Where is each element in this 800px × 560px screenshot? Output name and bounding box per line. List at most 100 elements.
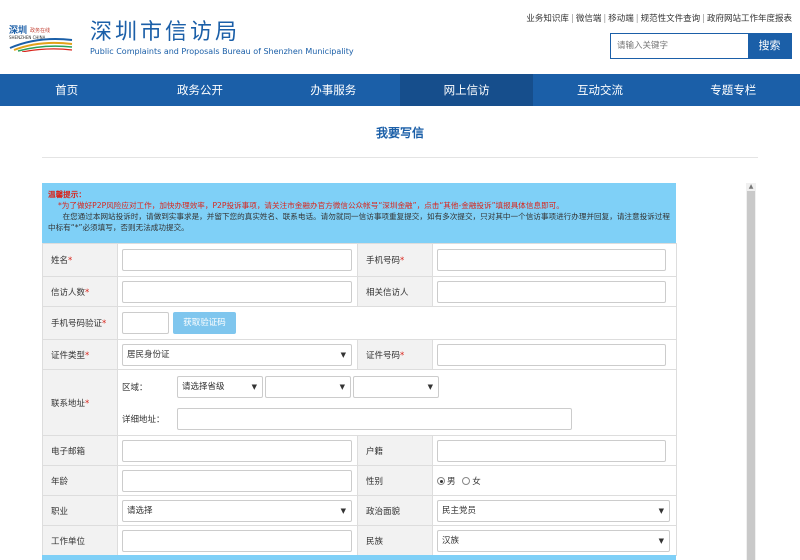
nav-item-online-petition[interactable]: 网上信访 <box>399 74 534 106</box>
political-status-value: 民主党员 <box>442 505 477 516</box>
search-input[interactable] <box>611 34 748 58</box>
form-row: 证件类型* 居民身份证 ▼ 证件号码* <box>42 339 677 370</box>
occupation-label: 职业 <box>42 495 118 526</box>
gender-female-radio[interactable] <box>462 477 471 485</box>
visitors-label: 信访人数* <box>42 276 118 307</box>
verify-code-label: 手机号码验证* <box>42 306 118 340</box>
form-row: 信访人数* 相关信访人 <box>42 276 677 307</box>
nav-item-interaction[interactable]: 互动交流 <box>533 74 666 106</box>
name-label: 姓名* <box>42 243 118 277</box>
verify-code-input[interactable] <box>122 312 169 334</box>
id-type-label-text: 证件类型 <box>51 350 86 361</box>
required-mark: * <box>102 319 107 329</box>
detail-address-row: 详细地址： <box>122 406 672 432</box>
top-link-wechat[interactable]: 微信端 <box>576 14 602 24</box>
phone-input[interactable] <box>437 249 666 271</box>
region-label: 区域： <box>122 382 148 393</box>
required-mark: * <box>85 287 90 298</box>
notice-instructions-text: 在您通过本网站投诉时，请做到实事求是，并留下您的真实姓名、联系电话。请勿就同一信… <box>48 212 670 232</box>
detail-address-input[interactable] <box>177 407 572 430</box>
divider: | <box>635 14 639 24</box>
detail-address-label: 详细地址： <box>122 414 165 425</box>
ethnicity-label: 民族 <box>357 525 433 556</box>
dropdown-arrow-icon: ▼ <box>339 382 345 391</box>
id-type-label: 证件类型* <box>42 339 118 370</box>
name-input[interactable] <box>122 249 352 271</box>
top-link-mobile[interactable]: 移动端 <box>608 14 634 24</box>
notice-title: 温馨提示： <box>48 190 86 199</box>
search-button[interactable]: 搜索 <box>748 34 791 58</box>
site-subtitle: Public Complaints and Proposals Bureau o… <box>90 47 354 56</box>
visitors-input[interactable] <box>122 280 352 303</box>
form-row: 联系地址* 区域： 请选择省级 ▼ ▼ ▼ 详细地址： <box>42 369 677 436</box>
nav-item-open-government[interactable]: 政务公开 <box>133 74 266 106</box>
verify-code-label-text: 手机号码验证 <box>51 319 103 329</box>
visitors-label-text: 信访人数 <box>51 287 86 298</box>
dropdown-arrow-icon: ▼ <box>658 536 664 545</box>
city-select[interactable]: ▼ <box>265 375 351 398</box>
nav-item-special-topics[interactable]: 专题专栏 <box>667 74 800 106</box>
id-number-input[interactable] <box>437 343 666 366</box>
divider: | <box>603 14 607 24</box>
related-visitors-input[interactable] <box>437 280 666 303</box>
notice-instructions: 在您通过本网站投诉时，请做到实事求是，并留下您的真实姓名、联系电话。请勿就同一信… <box>48 211 670 233</box>
gender-options: 男 女 <box>432 465 677 496</box>
political-status-label: 政治面貌 <box>357 495 433 526</box>
district-select[interactable]: ▼ <box>353 375 439 398</box>
nav-item-home[interactable]: 首页 <box>0 74 133 106</box>
title-divider <box>42 157 758 158</box>
id-number-label: 证件号码* <box>357 339 433 370</box>
divider: | <box>570 14 574 24</box>
site-header: 深圳 政务在线 SHENZHEN CHINA 深圳市信访局 Public Com… <box>0 0 800 74</box>
scroll-up-icon[interactable]: ▲ <box>746 183 756 191</box>
work-unit-input[interactable] <box>122 529 352 552</box>
address-cell: 区域： 请选择省级 ▼ ▼ ▼ 详细地址： <box>117 369 677 436</box>
required-mark: * <box>85 350 90 361</box>
related-visitors-label: 相关信访人 <box>357 276 433 307</box>
gender-female-label: 女 <box>472 476 481 487</box>
form-row: 手机号码验证* 获取验证码 <box>42 306 677 340</box>
top-link-knowledge[interactable]: 业务知识库 <box>526 14 569 24</box>
notice-p2p-text: *为了做好P2P风险应对工作，加快办理效率，P2P投诉事项，请关注市金融办官方微… <box>58 201 564 210</box>
dropdown-arrow-icon: ▼ <box>427 382 433 391</box>
dropdown-arrow-icon: ▼ <box>340 350 346 359</box>
address-label-text: 联系地址 <box>51 398 86 409</box>
hukou-input[interactable] <box>437 439 666 462</box>
search-box: 搜索 <box>610 33 792 59</box>
id-type-value: 居民身份证 <box>127 349 170 360</box>
divider: | <box>702 14 705 24</box>
region-row: 区域： 请选择省级 ▼ ▼ ▼ <box>122 374 672 400</box>
required-mark: * <box>68 256 73 266</box>
id-number-label-text: 证件号码 <box>366 350 401 361</box>
occupation-select[interactable]: 请选择 ▼ <box>122 499 352 522</box>
top-link-annual-report[interactable]: 政府网站工作年度报表 <box>707 14 792 24</box>
gender-male-radio[interactable] <box>437 477 445 485</box>
province-select[interactable]: 请选择省级 ▼ <box>177 375 263 398</box>
gender-label: 性别 <box>357 465 433 496</box>
form-row: 电子邮箱 户籍 <box>42 435 677 466</box>
occupation-value: 请选择 <box>127 505 153 516</box>
phone-label: 手机号码* <box>357 243 433 277</box>
top-link-documents[interactable]: 规范性文件查询 <box>641 14 701 24</box>
political-status-select[interactable]: 民主党员 ▼ <box>437 499 670 522</box>
form-footer-strip <box>42 555 676 560</box>
scroll-thumb[interactable] <box>747 191 755 560</box>
province-value: 请选择省级 <box>182 381 225 392</box>
hukou-label: 户籍 <box>357 435 433 466</box>
email-input[interactable] <box>122 439 352 462</box>
id-type-select[interactable]: 居民身份证 ▼ <box>122 343 352 366</box>
svg-text:政务在线: 政务在线 <box>30 27 50 34</box>
age-input[interactable] <box>122 469 352 492</box>
ethnicity-select[interactable]: 汉族 ▼ <box>437 529 670 552</box>
form-row: 工作单位 民族 汉族 ▼ <box>42 525 677 556</box>
form-row: 年龄 性别 男 女 <box>42 465 677 496</box>
gender-male-label: 男 <box>447 476 456 487</box>
page-scrollbar[interactable]: ▲ <box>746 183 756 560</box>
ethnicity-value: 汉族 <box>442 535 460 546</box>
dropdown-arrow-icon: ▼ <box>340 506 346 515</box>
dropdown-arrow-icon: ▼ <box>251 382 257 391</box>
get-code-button[interactable]: 获取验证码 <box>173 312 236 334</box>
address-label: 联系地址* <box>42 369 118 436</box>
letter-form: 姓名* 手机号码* 信访人数* 相关信访人 手机号码验证* 获取验证码 证件类型… <box>42 243 677 556</box>
nav-item-services[interactable]: 办事服务 <box>267 74 400 106</box>
